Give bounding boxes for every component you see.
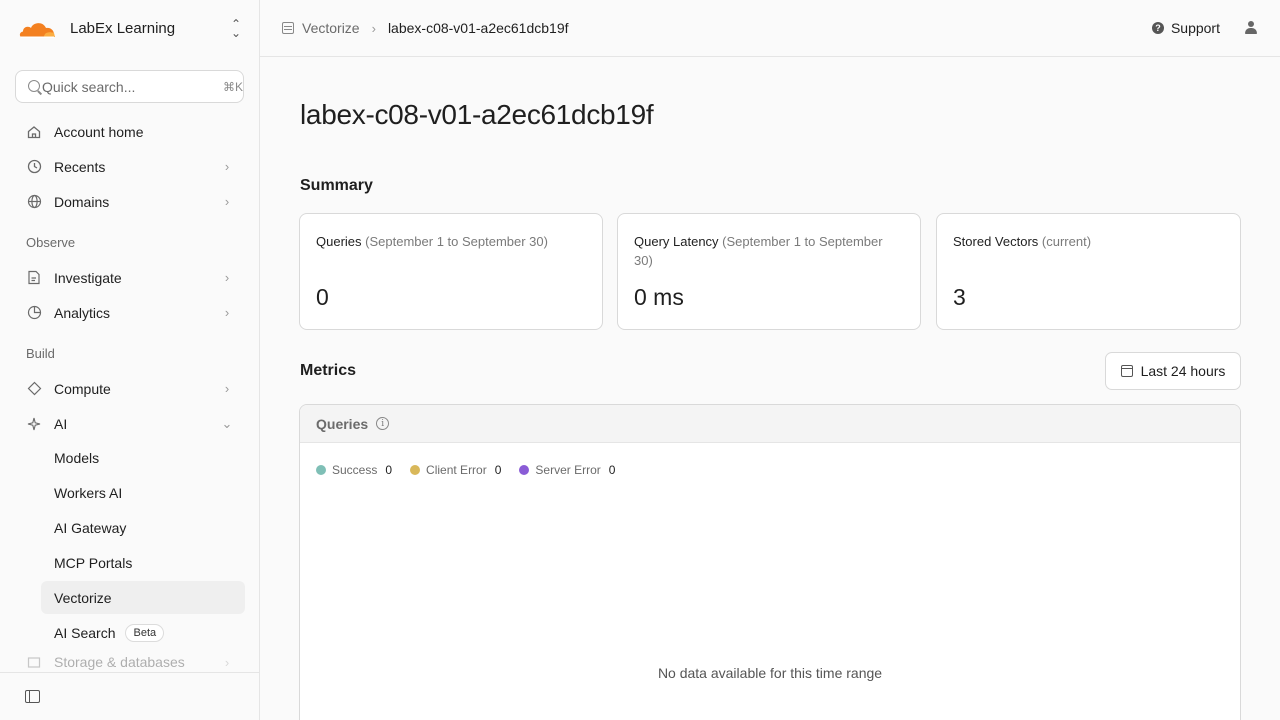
time-range-label: Last 24 hours [1140, 363, 1226, 379]
chevron-right-icon: › [224, 381, 230, 396]
chart-legend: Success 0 Client Error 0 Server Error 0 [316, 463, 633, 477]
nav-label: Compute [54, 380, 111, 397]
empty-state-message: No data available for this time range [657, 665, 883, 681]
support-link[interactable]: Support [1171, 20, 1220, 36]
sidebar: LabEx Learning ⌃⌄ ⌘K Account home Recent… [0, 0, 260, 720]
breadcrumb-parent[interactable]: Vectorize [302, 20, 360, 36]
card-label-qualifier: (September 1 to September 30) [365, 234, 548, 249]
chevron-up-down-icon: ⌃ ⌄ [230, 16, 242, 40]
legend-item-client-error[interactable]: Client Error 0 [410, 463, 501, 477]
legend-label: Success [332, 463, 378, 477]
chevron-right-icon: › [224, 194, 230, 209]
cloudflare-logo [19, 22, 55, 38]
nav-label: Domains [54, 193, 110, 210]
time-range-button[interactable]: Last 24 hours [1105, 352, 1241, 390]
summary-title: Summary [300, 177, 373, 194]
nav-recents[interactable]: Recents › [15, 150, 244, 183]
nav-label: Recents [54, 158, 106, 175]
nav-ai[interactable]: AI ⌄ [15, 407, 244, 440]
nav-domains[interactable]: Domains › [15, 185, 244, 218]
card-label: Stored Vectors (current) [953, 232, 1224, 251]
nav-ai-models[interactable]: Models [41, 441, 245, 474]
summary-card-stored-vectors: Stored Vectors (current) 3 [936, 213, 1241, 330]
nav-compute[interactable]: Compute › [15, 372, 244, 405]
queries-chart-panel: Queries i Success 0 Client Error 0 Serve… [299, 404, 1241, 720]
queries-chart-header: Queries i [300, 405, 1240, 443]
legend-dot [519, 465, 530, 475]
search-input[interactable] [42, 78, 223, 95]
topbar: Vectorize › labex-c08-v01-a2ec61dcb19f ?… [260, 0, 1280, 57]
vectorize-icon [282, 22, 294, 34]
sidebar-toggle-icon[interactable] [25, 690, 40, 703]
card-value: 3 [953, 284, 966, 310]
nav-ai-workers-ai[interactable]: Workers AI [41, 476, 245, 509]
chevron-right-icon: › [224, 159, 230, 174]
nav-ai-search[interactable]: AI Search Beta [41, 616, 245, 649]
user-icon[interactable] [1244, 21, 1258, 35]
page-title: labex-c08-v01-a2ec61dcb19f [300, 99, 654, 130]
home-icon [26, 124, 42, 140]
sparkle-icon [26, 416, 42, 432]
search-shortcut: ⌘K [223, 79, 244, 94]
beta-badge: Beta [125, 623, 165, 642]
sidebar-footer [0, 672, 259, 720]
card-label: Queries (September 1 to September 30) [316, 232, 586, 251]
card-label-qualifier: (current) [1041, 234, 1092, 249]
nav-investigate[interactable]: Investigate › [15, 261, 244, 294]
metrics-title: Metrics [300, 362, 357, 379]
card-label: Query Latency (September 1 to September … [634, 232, 904, 270]
nav-ai-gateway[interactable]: AI Gateway [41, 511, 245, 544]
breadcrumb-current: labex-c08-v01-a2ec61dcb19f [387, 20, 569, 36]
chevron-right-icon: › [224, 305, 230, 320]
diamond-code-icon [26, 381, 42, 397]
clock-icon [26, 159, 42, 175]
info-icon[interactable]: i [376, 417, 390, 430]
topbar-actions: ? Support [1151, 20, 1258, 36]
nav-label: Investigate [54, 269, 122, 286]
card-value: 0 ms [634, 284, 684, 310]
nav-label: AI Search [54, 624, 116, 641]
legend-dot [316, 465, 326, 475]
nav-account-home[interactable]: Account home [15, 115, 244, 148]
document-search-icon [26, 270, 42, 286]
chevron-down-icon: ⌄ [221, 415, 233, 431]
legend-value: 0 [494, 463, 502, 477]
nav-label: AI [54, 415, 68, 432]
card-label-text: Query Latency [634, 234, 719, 249]
nav-ai-mcp-portals[interactable]: MCP Portals [41, 546, 245, 579]
section-title-observe: Observe [26, 235, 76, 250]
legend-item-success[interactable]: Success 0 [316, 463, 392, 477]
nav-label: Storage & databases [54, 654, 185, 670]
database-icon [26, 654, 42, 670]
account-name: LabEx Learning [70, 20, 176, 37]
nav-label: Account home [54, 123, 144, 140]
quick-search[interactable]: ⌘K [15, 70, 244, 103]
nav-label: Analytics [54, 304, 111, 321]
card-label-text: Queries [316, 234, 362, 249]
calendar-icon [1120, 365, 1133, 377]
legend-item-server-error[interactable]: Server Error 0 [519, 463, 615, 477]
queries-chart-title: Queries [316, 415, 369, 432]
card-label-text: Stored Vectors [953, 234, 1039, 249]
legend-value: 0 [608, 463, 616, 477]
nav-analytics[interactable]: Analytics › [15, 296, 244, 329]
chevron-right-icon: › [224, 654, 230, 670]
nav-ai-vectorize[interactable]: Vectorize [41, 581, 245, 614]
summary-card-queries: Queries (September 1 to September 30) 0 [299, 213, 603, 330]
card-value: 0 [316, 284, 329, 310]
summary-card-query-latency: Query Latency (September 1 to September … [617, 213, 921, 330]
section-title-build: Build [26, 346, 55, 361]
help-icon: ? [1151, 22, 1164, 34]
account-switcher[interactable]: LabEx Learning ⌃ ⌄ [0, 0, 259, 57]
legend-label: Server Error [535, 463, 601, 477]
breadcrumb-separator-icon: › [371, 20, 376, 36]
legend-dot [410, 465, 421, 475]
globe-icon [26, 194, 42, 210]
legend-value: 0 [385, 463, 393, 477]
pie-chart-icon [26, 305, 42, 321]
legend-label: Client Error [426, 463, 487, 477]
nav-storage-databases[interactable]: Storage & databases › [15, 652, 244, 672]
chevron-right-icon: › [224, 270, 230, 285]
